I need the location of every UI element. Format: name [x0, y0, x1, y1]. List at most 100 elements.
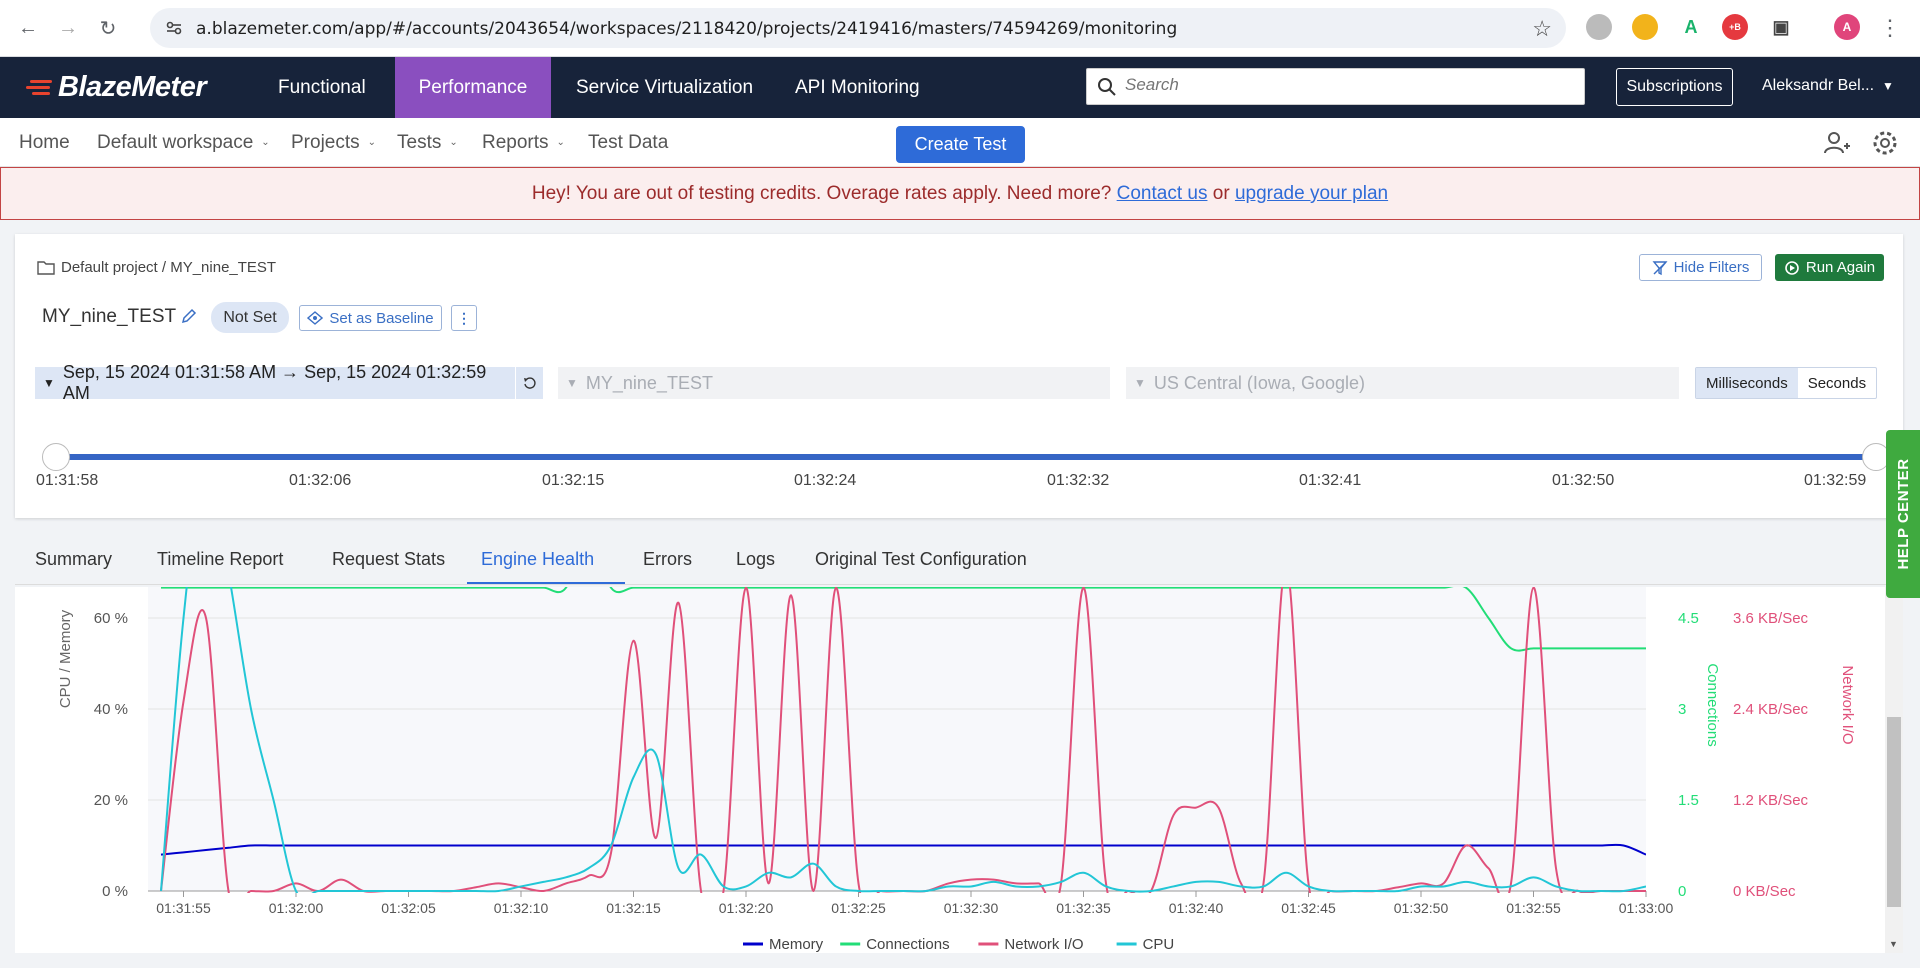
tab-request-stats[interactable]: Request Stats	[318, 540, 459, 584]
search-icon	[1098, 78, 1116, 96]
y-connections-tick: 3	[1678, 701, 1686, 718]
banner-text: Hey! You are out of testing credits. Ove…	[531, 183, 1112, 204]
add-user-icon[interactable]	[1822, 128, 1852, 158]
x-tick-label: 01:32:50	[1394, 900, 1449, 916]
chevron-down-icon: ⌄	[261, 137, 270, 149]
tab-logs[interactable]: Logs	[722, 540, 789, 584]
breadcrumb-text[interactable]: Default project / MY_nine_TEST	[61, 259, 276, 276]
slider-start-handle[interactable]	[42, 443, 70, 471]
y-network-tick: 1.2 KB/Sec	[1733, 792, 1809, 809]
reload-icon[interactable]: ↻	[94, 14, 122, 42]
tab-errors[interactable]: Errors	[629, 540, 706, 584]
create-test-button[interactable]: Create Test	[896, 126, 1025, 163]
nav-performance[interactable]: Performance	[395, 57, 551, 118]
help-center-tab[interactable]: HELP CENTER	[1886, 430, 1920, 598]
tab-summary[interactable]: Summary	[21, 540, 126, 584]
reset-range-icon[interactable]	[515, 367, 543, 399]
scroll-down-icon[interactable]: ▼	[1889, 939, 1898, 949]
run-again-button[interactable]: Run Again	[1775, 254, 1884, 281]
subscriptions-button[interactable]: Subscriptions	[1616, 68, 1733, 106]
subnav-tests[interactable]: Tests ⌄	[397, 132, 458, 154]
extension-clock-icon[interactable]	[1632, 14, 1658, 40]
global-search[interactable]	[1086, 68, 1585, 105]
extension-globe-icon[interactable]	[1586, 14, 1612, 40]
slider-tick: 01:32:24	[794, 472, 857, 489]
breadcrumb: Default project / MY_nine_TEST	[37, 259, 276, 276]
y-left-tick: 60 %	[94, 610, 128, 627]
forward-icon[interactable]: →	[54, 14, 82, 42]
tab-divider	[15, 584, 1903, 585]
profile-avatar[interactable]: A	[1834, 14, 1860, 40]
tab-engine-health[interactable]: Engine Health	[467, 540, 625, 584]
test-header-card: Default project / MY_nine_TEST Hide Filt…	[15, 234, 1903, 518]
extensions-puzzle-icon[interactable]: ▣	[1768, 14, 1794, 40]
set-baseline-button[interactable]: Set as Baseline	[299, 305, 442, 331]
x-tick-label: 01:32:40	[1169, 900, 1224, 916]
back-icon[interactable]: ←	[14, 14, 42, 42]
baseline-status-badge[interactable]: Not Set	[211, 302, 289, 333]
y-left-tick: 0 %	[102, 883, 128, 900]
y-left-tick: 20 %	[94, 792, 128, 809]
location-selector[interactable]: ▼ US Central (Iowa, Google)	[1126, 367, 1679, 399]
y-left-tick: 40 %	[94, 701, 128, 718]
x-tick-label: 01:32:45	[1281, 900, 1336, 916]
scenario-selector[interactable]: ▼ MY_nine_TEST	[558, 367, 1110, 399]
reports-label: Reports	[482, 132, 549, 153]
y-connections-tick: 0	[1678, 883, 1686, 900]
tests-label: Tests	[397, 132, 442, 153]
settings-gear-icon[interactable]	[1870, 128, 1900, 158]
page-bottom	[0, 953, 1920, 968]
milliseconds-toggle[interactable]: Milliseconds	[1696, 368, 1798, 398]
subnav-reports[interactable]: Reports ⌄	[482, 132, 565, 154]
x-tick-label: 01:32:15	[606, 900, 661, 916]
caret-down-icon: ▼	[1134, 376, 1146, 390]
scenario-value: MY_nine_TEST	[585, 372, 713, 393]
y-network-tick: 3.6 KB/Sec	[1733, 610, 1809, 627]
main-navigation: BlazeMeter Functional Performance Servic…	[0, 57, 1920, 118]
edit-pencil-icon[interactable]	[181, 308, 197, 324]
content-scrollbar[interactable]: ▲ ▼	[1885, 587, 1903, 953]
scroll-thumb[interactable]	[1887, 717, 1901, 907]
site-settings-icon[interactable]	[164, 18, 184, 38]
time-range-slider[interactable]	[57, 454, 1877, 460]
date-range-selector[interactable]: ▼ Sep, 15 2024 01:31:58 AM → Sep, 15 202…	[35, 362, 516, 403]
legend-item: Network I/O	[1004, 936, 1083, 953]
user-caret-icon[interactable]: ▼	[1882, 79, 1894, 93]
subnav-workspace[interactable]: Default workspace ⌄	[97, 132, 270, 154]
chevron-down-icon: ⌄	[367, 137, 377, 149]
browser-menu-icon[interactable]: ⋮	[1876, 14, 1904, 42]
x-tick-label: 01:32:30	[944, 900, 999, 916]
tab-timeline-report[interactable]: Timeline Report	[143, 540, 297, 584]
baseline-icon	[307, 311, 324, 325]
chevron-down-icon: ⌄	[556, 137, 565, 149]
nav-api-monitoring[interactable]: API Monitoring	[770, 57, 945, 118]
y-network-tick: 2.4 KB/Sec	[1733, 701, 1809, 718]
rerun-icon	[1785, 260, 1799, 275]
more-options-icon[interactable]: ⋮	[451, 305, 477, 331]
address-bar[interactable]: a.blazemeter.com/app/#/accounts/2043654/…	[150, 8, 1566, 48]
contact-us-link[interactable]: Contact us	[1117, 183, 1208, 204]
subnav-projects[interactable]: Projects ⌄	[291, 132, 376, 154]
y-left-axis-label: CPU / Memory	[57, 609, 74, 708]
blazemeter-logo[interactable]: BlazeMeter	[26, 71, 207, 103]
search-input[interactable]	[1125, 75, 1545, 95]
extension-b-icon[interactable]: +B	[1722, 14, 1748, 40]
x-tick-label: 01:31:55	[156, 900, 211, 916]
slider-tick: 01:32:32	[1047, 472, 1110, 489]
nav-service-virtualization[interactable]: Service Virtualization	[551, 57, 778, 118]
extension-a-icon[interactable]: A	[1678, 14, 1704, 40]
bookmark-star-icon[interactable]: ☆	[1532, 16, 1552, 42]
x-tick-label: 01:32:20	[719, 900, 774, 916]
legend-item: Memory	[769, 936, 824, 953]
subnav-home[interactable]: Home	[19, 132, 70, 154]
x-tick-label: 01:32:05	[381, 900, 436, 916]
slider-tick: 01:32:06	[289, 472, 352, 489]
nav-functional[interactable]: Functional	[253, 57, 391, 118]
upgrade-plan-link[interactable]: upgrade your plan	[1235, 183, 1388, 204]
engine-health-chart: 0 % 20 % 40 % 60 % 0 1.5 3 4.5 0 KB/Sec 1.2 KB/Se…	[57, 587, 1856, 953]
seconds-toggle[interactable]: Seconds	[1798, 368, 1876, 398]
subnav-test-data[interactable]: Test Data	[588, 132, 668, 154]
user-menu[interactable]: Aleksandr Bel...	[1762, 77, 1874, 95]
hide-filters-button[interactable]: Hide Filters	[1639, 254, 1762, 281]
tab-original-test-configuration[interactable]: Original Test Configuration	[801, 540, 1041, 584]
